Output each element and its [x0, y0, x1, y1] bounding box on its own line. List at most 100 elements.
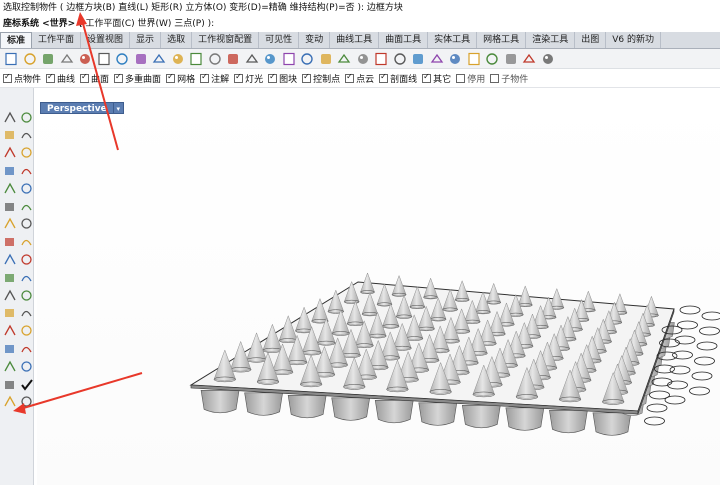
extrude-icon[interactable]	[19, 199, 33, 213]
snap-icon[interactable]	[19, 324, 33, 338]
viewport-menu-chevron-icon[interactable]: ▾	[113, 102, 124, 114]
tab-1[interactable]: 工作平面	[32, 32, 82, 48]
trim-icon[interactable]	[19, 270, 33, 284]
layer-icon[interactable]	[392, 51, 408, 67]
perspective-viewport[interactable]: Perspective ▾	[37, 99, 720, 485]
render-icon[interactable]	[429, 51, 445, 67]
tab-10[interactable]: 实体工具	[428, 32, 478, 48]
filter-2[interactable]: 曲面	[80, 72, 109, 85]
color-wheel-icon[interactable]	[410, 51, 426, 67]
confirm-icon[interactable]	[19, 377, 33, 391]
zoom-window-icon[interactable]	[225, 51, 241, 67]
cut-icon[interactable]	[96, 51, 112, 67]
hide-icon[interactable]	[318, 51, 334, 67]
material-icon[interactable]	[447, 51, 463, 67]
zoom-selected-icon[interactable]	[262, 51, 278, 67]
grid-icon[interactable]	[19, 359, 33, 373]
rotate-view-icon[interactable]	[188, 51, 204, 67]
arc-icon[interactable]	[2, 163, 16, 177]
box-icon[interactable]	[2, 217, 16, 231]
cplane-icon[interactable]	[2, 324, 16, 338]
filter-checkbox[interactable]	[3, 72, 12, 83]
misc-icon[interactable]	[19, 395, 33, 409]
tab-3[interactable]: 显示	[130, 32, 162, 48]
filter-3[interactable]: 多重曲面	[114, 72, 161, 85]
polyline-icon[interactable]	[2, 128, 16, 142]
viewport-title[interactable]: Perspective	[40, 102, 114, 114]
filter-checkbox[interactable]	[422, 72, 432, 83]
mesh-icon[interactable]	[2, 235, 16, 249]
group-icon[interactable]	[2, 288, 16, 302]
filter-checkbox[interactable]	[234, 72, 244, 83]
filter-checkbox[interactable]	[490, 74, 500, 83]
help-icon[interactable]	[540, 51, 556, 67]
cplane-icon[interactable]	[355, 51, 371, 67]
four-viewports-icon[interactable]	[281, 51, 297, 67]
filter-checkbox[interactable]	[200, 72, 210, 83]
print-icon[interactable]	[59, 51, 75, 67]
filter-checkbox[interactable]	[80, 72, 90, 83]
tab-2[interactable]: 设置视图	[81, 32, 131, 48]
open-icon[interactable]	[22, 51, 38, 67]
zoom-extents-icon[interactable]	[244, 51, 260, 67]
tab-8[interactable]: 曲线工具	[330, 32, 380, 48]
offset-icon[interactable]	[19, 181, 33, 195]
array-icon[interactable]	[19, 252, 33, 266]
tab-13[interactable]: 出图	[575, 32, 607, 48]
filter-checkbox[interactable]	[268, 72, 278, 83]
paste-icon[interactable]	[133, 51, 149, 67]
text-icon[interactable]	[2, 306, 16, 320]
point-icon[interactable]	[19, 110, 33, 124]
split-icon[interactable]	[2, 270, 16, 284]
tab-11[interactable]: 网格工具	[477, 32, 527, 48]
filter-6[interactable]: 灯光	[234, 72, 263, 85]
undo-icon[interactable]	[151, 51, 167, 67]
surface-icon[interactable]	[2, 199, 16, 213]
filter-0[interactable]: 点物件	[3, 72, 41, 85]
filter-8[interactable]: 控制点	[302, 72, 340, 85]
analyze-icon[interactable]	[2, 341, 16, 355]
render-icon[interactable]	[19, 341, 33, 355]
cage-edit-icon[interactable]	[2, 377, 16, 391]
filter-1[interactable]: 曲线	[46, 72, 75, 85]
boolean-icon[interactable]	[19, 235, 33, 249]
filter-10[interactable]: 剖面线	[379, 72, 417, 85]
layout-icon[interactable]	[2, 359, 16, 373]
filter-13[interactable]: 子物件	[490, 72, 528, 85]
lock-icon[interactable]	[336, 51, 352, 67]
tab-4[interactable]: 选取	[161, 32, 193, 48]
ellipse-icon[interactable]	[19, 146, 33, 160]
cone-tool-icon[interactable]	[2, 395, 16, 409]
tab-12[interactable]: 渲染工具	[526, 32, 576, 48]
filter-7[interactable]: 图块	[268, 72, 297, 85]
sun-icon[interactable]	[484, 51, 500, 67]
hatch-icon[interactable]	[19, 306, 33, 320]
import-icon[interactable]	[77, 51, 93, 67]
tab-5[interactable]: 工作视窗配置	[192, 32, 260, 48]
filter-checkbox[interactable]	[379, 72, 389, 83]
new-icon[interactable]	[3, 51, 19, 67]
filter-checkbox[interactable]	[302, 72, 312, 83]
filter-checkbox[interactable]	[114, 72, 124, 83]
viewport-title-tab[interactable]: Perspective ▾	[40, 102, 124, 114]
filter-checkbox[interactable]	[345, 72, 355, 83]
dimension-icon[interactable]	[19, 288, 33, 302]
select-icon[interactable]	[2, 110, 16, 124]
tab-0[interactable]: 标准	[0, 32, 33, 48]
fillet-icon[interactable]	[2, 181, 16, 195]
pan-icon[interactable]	[170, 51, 186, 67]
filter-checkbox[interactable]	[166, 72, 176, 83]
sphere-icon[interactable]	[19, 217, 33, 231]
light-icon[interactable]	[373, 51, 389, 67]
filter-11[interactable]: 其它	[422, 72, 451, 85]
save-icon[interactable]	[40, 51, 56, 67]
transform-icon[interactable]	[2, 252, 16, 266]
tab-7[interactable]: 变动	[299, 32, 331, 48]
tab-9[interactable]: 曲面工具	[379, 32, 429, 48]
filter-12[interactable]: 停用	[456, 72, 485, 85]
circle-icon[interactable]	[2, 146, 16, 160]
filter-checkbox[interactable]	[46, 72, 56, 83]
car-icon[interactable]	[299, 51, 315, 67]
texture-icon[interactable]	[503, 51, 519, 67]
options-icon[interactable]	[521, 51, 537, 67]
